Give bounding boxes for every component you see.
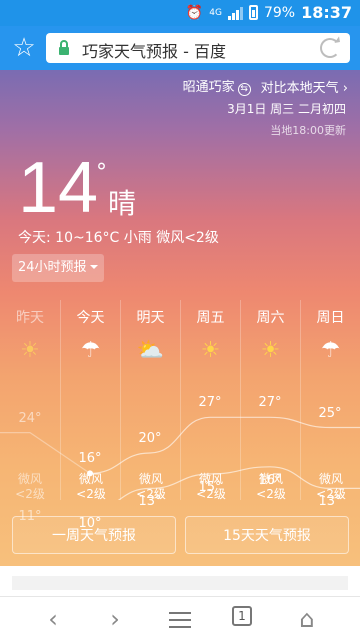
signal-icon xyxy=(227,6,243,20)
forecast-day-label: 今天 xyxy=(76,310,105,326)
week-forecast-button[interactable]: 一周天气预报 xyxy=(12,516,176,554)
daily-forecast: 昨天 ☀ 微风 <2级 24° 11° 今天 ☂ 微风 <2级 16° 10° 明天 ⛅ 微风 <2级 20° 1… xyxy=(0,300,360,531)
battery-icon xyxy=(248,5,258,20)
hourly-forecast-button[interactable]: 24小时预报 xyxy=(12,254,104,282)
forecast-day-label: 周五 xyxy=(196,310,225,326)
forward-icon[interactable]: › xyxy=(100,605,130,633)
compare-link[interactable]: 对比本地天气 › xyxy=(261,77,348,96)
forecast-high-temp: 24° xyxy=(18,410,42,426)
update-time: 当地18:00更新 xyxy=(270,124,346,137)
forecast-day-label: 周六 xyxy=(256,310,285,326)
weather-card: 昭通巧家 ⇆ 对比本地天气 › 3月1日 周三 二月初四 当地18:00更新 14… xyxy=(0,70,360,566)
wind-label: 微风 xyxy=(17,472,42,486)
forecast-day-label: 昨天 xyxy=(16,310,44,326)
chevron-right-icon: › xyxy=(342,80,348,96)
forecast-day: 明天 ⛅ 微风 <2级 xyxy=(120,300,180,501)
caret-down-icon xyxy=(89,265,98,273)
back-icon[interactable]: ‹ xyxy=(38,605,68,633)
wind-label: 微风 xyxy=(318,472,343,486)
forecast-low-temp: 16° xyxy=(258,472,282,488)
switch-icon: ⇆ xyxy=(237,83,251,96)
browser-toolbar: ☆ 巧家天气预报 - 百度 xyxy=(0,26,360,70)
alarm-icon: ⏰ xyxy=(185,4,204,21)
forecast-high-temp: 20° xyxy=(138,431,162,446)
forecast-day-label: 周日 xyxy=(316,310,345,326)
menu-icon[interactable] xyxy=(165,607,195,635)
degree-symbol: ° xyxy=(96,160,107,185)
wind-level: <2级 xyxy=(15,487,45,501)
status-bar: ⏰ 4G 79% 18:37 xyxy=(0,0,360,26)
rain-icon: ☂ xyxy=(320,338,341,363)
content-placeholder xyxy=(12,576,348,590)
browser-nav-bar: ‹ › 1 ⌂ xyxy=(0,596,360,640)
wind-label: 微风 xyxy=(78,472,103,486)
forecast-high-temp: 16° xyxy=(78,451,102,467)
sun-icon: ☀ xyxy=(20,338,40,363)
forecast-high-temp: 27° xyxy=(198,395,222,411)
address-bar[interactable]: 巧家天气预报 - 百度 xyxy=(46,33,350,63)
forecast-low-temp: 13° xyxy=(138,494,162,510)
forecast-low-temp: 13° xyxy=(318,494,342,510)
rain-icon: ☂ xyxy=(80,338,101,363)
date-line: 3月1日 周三 二月初四 xyxy=(227,102,346,116)
hourly-forecast-label: 24小时预报 xyxy=(18,260,87,275)
forecast-high-temp: 25° xyxy=(318,405,342,421)
wind-level: <2级 xyxy=(76,487,106,501)
current-condition: 晴 xyxy=(108,187,137,220)
refresh-icon[interactable] xyxy=(320,38,340,58)
fifteen-day-forecast-button[interactable]: 15天天气预报 xyxy=(185,516,349,554)
page-title: 巧家天气预报 - 百度 xyxy=(82,42,226,61)
forecast-day-label: 明天 xyxy=(136,310,165,326)
wind-level: <2级 xyxy=(256,487,286,501)
compare-label: 对比本地天气 xyxy=(260,80,339,96)
tabs-button[interactable]: 1 xyxy=(232,606,252,626)
current-temperature: 14 xyxy=(18,148,99,228)
forecast-day: 今天 ☂ 微风 <2级 xyxy=(60,300,121,502)
today-summary: 今天: 10~16°C 小雨 微风<2级 xyxy=(18,230,219,246)
forecast-wind: 微风 <2级 xyxy=(0,472,60,502)
lock-icon xyxy=(59,40,69,55)
star-icon[interactable]: ☆ xyxy=(10,34,38,62)
sun-icon: ☀ xyxy=(260,338,281,363)
home-icon[interactable]: ⌂ xyxy=(292,605,322,633)
forecast-day: 昨天 ☀ 微风 <2级 xyxy=(0,300,60,502)
forecast-low-temp: 15° xyxy=(198,480,222,495)
network-label: 4G xyxy=(209,7,222,18)
partly-cloudy-icon: ⛅ xyxy=(136,338,165,363)
clock: 18:37 xyxy=(301,3,352,22)
location-selector[interactable]: 昭通巧家 ⇆ xyxy=(183,76,251,96)
battery-percent: 79% xyxy=(263,4,296,21)
forecast-high-temp: 27° xyxy=(258,395,282,411)
forecast-wind: 微风 <2级 xyxy=(61,472,121,502)
forecast-day: 周日 ☂ 微风 <2级 xyxy=(300,300,360,501)
below-content xyxy=(0,566,360,596)
wind-label: 微风 xyxy=(138,472,163,486)
location-name: 昭通巧家 xyxy=(182,80,235,95)
sun-icon: ☀ xyxy=(200,338,221,363)
